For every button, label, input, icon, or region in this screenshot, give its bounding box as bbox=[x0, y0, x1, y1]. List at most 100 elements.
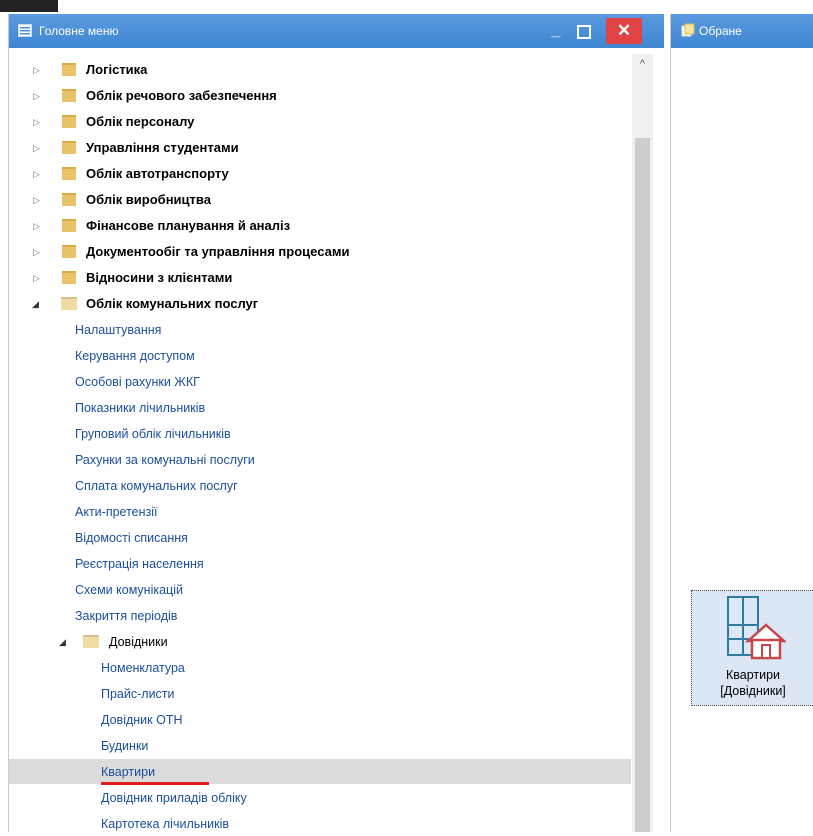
folder-icon bbox=[62, 115, 76, 128]
menu-item-label: Квартири bbox=[101, 765, 156, 779]
top-strip bbox=[0, 0, 813, 14]
tree-item-label: Управління студентами bbox=[86, 140, 239, 155]
expand-arrow-icon[interactable]: ▷ bbox=[33, 143, 40, 154]
favorites-titlebar: Обране bbox=[671, 14, 813, 48]
menu-item-label: Реєстрація населення bbox=[75, 557, 204, 571]
favorites-window: Обране Квартири [Довідники] bbox=[670, 14, 813, 832]
top-strip-dark bbox=[0, 0, 58, 12]
tree-item-students[interactable]: ▷ Управління студентами bbox=[9, 135, 631, 160]
main-menu-window: Головне меню _ ✕ ▷ Логістика ▷ Облік реч… bbox=[8, 14, 664, 832]
menu-item-group-meters[interactable]: Груповий облік лічильників bbox=[9, 421, 631, 446]
menu-item-label: Картотека лічильників bbox=[101, 817, 230, 831]
menu-item-communication-schemes[interactable]: Схеми комунікацій bbox=[9, 577, 631, 602]
menu-item-label: Номенклатура bbox=[101, 661, 185, 675]
folder-icon bbox=[62, 271, 76, 284]
tree-item-logistics[interactable]: ▷ Логістика bbox=[9, 57, 631, 82]
tree-item-label: Облік персоналу bbox=[86, 114, 195, 129]
folder-icon bbox=[62, 63, 76, 76]
tree-item-personnel[interactable]: ▷ Облік персоналу bbox=[9, 109, 631, 134]
tree-item-customer-relations[interactable]: ▷ Відносини з клієнтами bbox=[9, 265, 631, 290]
main-menu-title: Головне меню bbox=[39, 24, 119, 38]
folder-icon bbox=[62, 193, 76, 206]
tree-item-label: Відносини з клієнтами bbox=[86, 270, 233, 285]
menu-item-utility-bills[interactable]: Рахунки за комунальні послуги bbox=[9, 447, 631, 472]
favorite-tile-line2: [Довідники] bbox=[720, 684, 786, 698]
menu-item-period-closing[interactable]: Закриття періодів bbox=[9, 603, 631, 628]
menu-item-write-off[interactable]: Відомості списання bbox=[9, 525, 631, 550]
menu-tree: ▷ Логістика ▷ Облік речового забезпеченн… bbox=[9, 54, 631, 832]
apartment-house-icon bbox=[727, 596, 786, 660]
folder-icon bbox=[62, 141, 76, 154]
tree-item-document-flow[interactable]: ▷ Документообіг та управління процесами bbox=[9, 239, 631, 264]
expand-arrow-icon[interactable]: ▷ bbox=[33, 195, 40, 206]
menu-item-personal-accounts[interactable]: Особові рахунки ЖКГ bbox=[9, 369, 631, 394]
expand-arrow-icon[interactable]: ▷ bbox=[33, 169, 40, 180]
folder-icon bbox=[62, 245, 76, 258]
menu-item-label: Прайс-листи bbox=[101, 687, 175, 701]
menu-item-meter-devices[interactable]: Довідник приладів обліку bbox=[9, 785, 631, 810]
expand-arrow-icon[interactable]: ▷ bbox=[33, 247, 40, 258]
menu-item-label: Сплата комунальних послуг bbox=[75, 479, 238, 493]
tree-item-label: Облік речового забезпечення bbox=[86, 88, 277, 103]
tree-item-material-support[interactable]: ▷ Облік речового забезпечення bbox=[9, 83, 631, 108]
expand-arrow-icon[interactable]: ▷ bbox=[33, 273, 40, 284]
collapse-arrow-icon[interactable]: ◢ bbox=[32, 299, 39, 310]
expand-arrow-icon[interactable]: ▷ bbox=[33, 221, 40, 232]
folder-icon bbox=[62, 219, 76, 232]
menu-item-apartments[interactable]: Квартири bbox=[9, 759, 631, 784]
tree-item-label: Облік виробництва bbox=[86, 192, 211, 207]
menu-item-label: Довідник ОТН bbox=[101, 713, 183, 727]
minimize-button[interactable]: _ bbox=[544, 18, 568, 44]
menu-item-otn-directory[interactable]: Довідник ОТН bbox=[9, 707, 631, 732]
menu-item-access-control[interactable]: Керування доступом bbox=[9, 343, 631, 368]
menu-item-utility-payments[interactable]: Сплата комунальних послуг bbox=[9, 473, 631, 498]
tree-item-label: Фінансове планування й аналіз bbox=[86, 218, 291, 233]
main-menu-titlebar: Головне меню _ ✕ bbox=[9, 14, 664, 48]
menu-item-meter-readings[interactable]: Показники лічильників bbox=[9, 395, 631, 420]
menu-item-registration[interactable]: Реєстрація населення bbox=[9, 551, 631, 576]
folder-icon bbox=[62, 89, 76, 102]
tree-item-label: Документообіг та управління процесами bbox=[86, 244, 350, 259]
scroll-up-icon[interactable]: ^ bbox=[632, 56, 653, 72]
maximize-icon bbox=[577, 25, 591, 39]
menu-item-label: Рахунки за комунальні послуги bbox=[75, 453, 255, 467]
favorite-tile-line1: Квартири bbox=[725, 668, 781, 682]
menu-item-label: Відомості списання bbox=[75, 531, 188, 545]
menu-item-price-lists[interactable]: Прайс-листи bbox=[9, 681, 631, 706]
tree-item-production[interactable]: ▷ Облік виробництва bbox=[9, 187, 631, 212]
close-button[interactable]: ✕ bbox=[606, 18, 642, 44]
expand-arrow-icon[interactable]: ▷ bbox=[33, 91, 40, 102]
menu-item-label: Особові рахунки ЖКГ bbox=[75, 375, 200, 389]
menu-item-settings[interactable]: Налаштування bbox=[9, 317, 631, 342]
highlight-underline bbox=[101, 782, 209, 785]
scroll-thumb[interactable] bbox=[635, 138, 650, 832]
tree-item-label: Облік автотранспорту bbox=[86, 166, 229, 181]
menu-item-meter-cards[interactable]: Картотека лічильників bbox=[9, 811, 631, 836]
folder-icon bbox=[62, 167, 76, 180]
menu-item-claims[interactable]: Акти-претензії bbox=[9, 499, 631, 524]
menu-item-label: Схеми комунікацій bbox=[75, 583, 183, 597]
favorites-title: Обране bbox=[699, 24, 742, 38]
favorite-tile-label: Квартири [Довідники] bbox=[692, 667, 813, 699]
favorite-tile-apartments[interactable]: Квартири [Довідники] bbox=[691, 590, 813, 706]
tree-item-directories[interactable]: ◢ Довідники bbox=[9, 629, 631, 654]
expand-arrow-icon[interactable]: ▷ bbox=[33, 65, 40, 76]
favorites-icon bbox=[681, 23, 695, 37]
tree-item-utilities[interactable]: ◢ Облік комунальних послуг bbox=[9, 291, 631, 316]
menu-item-label: Керування доступом bbox=[75, 349, 195, 363]
main-menu-icon bbox=[18, 24, 32, 37]
collapse-arrow-icon[interactable]: ◢ bbox=[59, 637, 66, 648]
tree-item-financial-planning[interactable]: ▷ Фінансове планування й аналіз bbox=[9, 213, 631, 238]
menu-item-label: Груповий облік лічильників bbox=[75, 427, 231, 441]
tree-item-label: Облік комунальних послуг bbox=[86, 296, 259, 311]
open-folder-icon bbox=[83, 635, 99, 648]
menu-item-label: Довідник приладів обліку bbox=[101, 791, 247, 805]
menu-item-label: Налаштування bbox=[75, 323, 162, 337]
maximize-button[interactable] bbox=[571, 18, 595, 44]
tree-item-vehicles[interactable]: ▷ Облік автотранспорту bbox=[9, 161, 631, 186]
vertical-scrollbar[interactable]: ^ bbox=[632, 54, 653, 832]
expand-arrow-icon[interactable]: ▷ bbox=[33, 117, 40, 128]
menu-item-buildings[interactable]: Будинки bbox=[9, 733, 631, 758]
menu-item-nomenclature[interactable]: Номенклатура bbox=[9, 655, 631, 680]
menu-item-label: Закриття періодів bbox=[75, 609, 178, 623]
